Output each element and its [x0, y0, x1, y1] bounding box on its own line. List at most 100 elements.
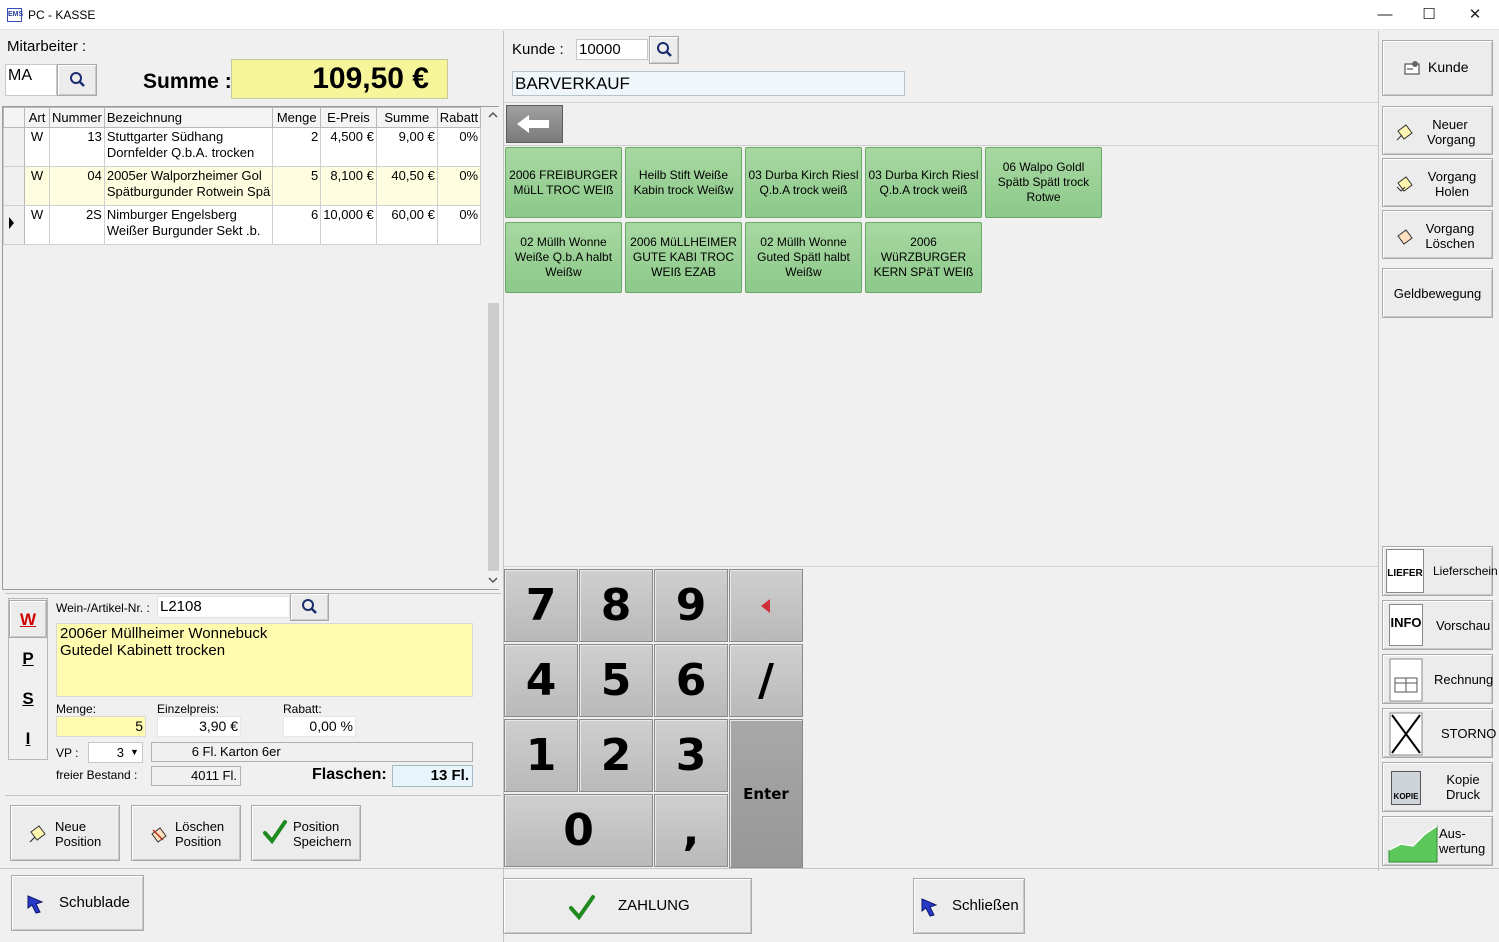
tile-line: Kabin trock Weißw — [633, 182, 734, 197]
tile-text: 03 Durba Kirch Riesl Q.b.A trock weiß — [868, 168, 978, 198]
key-1[interactable]: 1 — [504, 719, 578, 792]
new-process-button[interactable]: Neuer Vorgang — [1382, 106, 1493, 155]
table-row[interactable]: W 04 2005er Walporzheimer Gol Spätburgund… — [3, 166, 482, 206]
key-4[interactable]: 4 — [504, 644, 578, 717]
new-position-button[interactable]: Neue Position — [10, 805, 120, 861]
key-2[interactable]: 2 — [579, 719, 653, 792]
delete-position-button[interactable]: Löschen Position — [131, 805, 241, 861]
product-tile[interactable]: 2006 FREIBURGER MüLL TROC WEIß — [505, 147, 622, 218]
column-header-menge: Menge — [272, 107, 322, 128]
key-9[interactable]: 9 — [654, 569, 728, 642]
product-tile[interactable]: 03 Durba Kirch Riesl Q.b.A trock weiß — [865, 147, 982, 218]
close-label: Schließen — [952, 897, 1019, 914]
maximize-button[interactable]: ☐ — [1406, 0, 1452, 30]
customer-name-field[interactable]: BARVERKAUF — [512, 71, 905, 96]
row-selector-header — [3, 107, 25, 128]
key-6[interactable]: 6 — [654, 644, 728, 717]
chevron-down-icon[interactable]: ▼ — [127, 744, 142, 761]
close-button[interactable]: Schließen — [913, 878, 1025, 934]
scrollbar-thumb[interactable] — [488, 303, 499, 571]
table-row[interactable]: W 13 Stuttgarter Südhang Dornfelder Q.b.A… — [3, 127, 482, 167]
fetch-process-button[interactable]: Vorgang Holen — [1382, 158, 1493, 207]
label-line: Holen — [1435, 184, 1469, 199]
row-selector[interactable] — [3, 166, 25, 206]
stock-value: 4011 Fl. — [151, 766, 241, 786]
article-description-field[interactable]: 2006er Müllheimer Wonnebuck Gutedel Kabi… — [56, 623, 473, 697]
product-tile[interactable]: 02 Müllh Wonne Guted Spätl halbt Weißw — [745, 222, 862, 293]
customer-button[interactable]: Kunde — [1382, 40, 1493, 96]
customer-search-button[interactable] — [649, 36, 679, 64]
type-p-button[interactable]: P — [9, 640, 47, 678]
order-table: Art Nummer Bezeichnung Menge E-Preis Sum… — [3, 107, 482, 245]
employee-search-button[interactable] — [57, 64, 97, 96]
key-5[interactable]: 5 — [579, 644, 653, 717]
customer-card-icon — [1404, 61, 1420, 75]
cash-movement-button[interactable]: Geldbewegung — [1382, 268, 1493, 318]
qty-input[interactable]: 5 — [56, 716, 146, 737]
grid-scrollbar[interactable] — [487, 107, 499, 589]
cell-art: W — [24, 127, 50, 167]
label-line: wertung — [1439, 841, 1486, 856]
label-line: Neuer — [1432, 117, 1468, 132]
product-tile[interactable]: 2006 WüRZBURGER KERN SPäT WEIß — [865, 222, 982, 293]
delete-process-label: Vorgang Löschen — [1425, 221, 1475, 251]
key-8[interactable]: 8 — [579, 569, 653, 642]
key-3[interactable]: 3 — [654, 719, 728, 792]
cell-nummer: 2S — [49, 205, 105, 245]
cell-rabatt: 0% — [436, 127, 482, 167]
back-button[interactable] — [506, 105, 563, 143]
customer-number-input[interactable]: 10000 — [576, 39, 648, 60]
preview-button[interactable]: INFO Vorschau — [1382, 600, 1493, 650]
article-search-button[interactable] — [290, 593, 329, 621]
tile-line: GUTE KABI TROC — [632, 250, 735, 264]
row-selector[interactable] — [3, 205, 25, 245]
product-tile[interactable]: Heilb Stift Weiße Kabin trock Weißw — [625, 147, 742, 218]
key-enter[interactable]: Enter — [729, 719, 803, 868]
price-input[interactable]: 3,90 € — [157, 716, 241, 737]
employee-input[interactable]: MA — [5, 64, 57, 96]
scroll-down-icon[interactable] — [487, 575, 499, 585]
bezeichnung-line2: Spätburgunder Rotwein Spä — [106, 184, 271, 199]
chart-icon — [1388, 825, 1438, 863]
tile-line: Weißw — [545, 265, 582, 279]
article-number-input[interactable]: L2108 — [157, 596, 290, 618]
storno-button[interactable]: STORNO — [1382, 708, 1496, 758]
product-tile[interactable]: 02 Müllh Wonne Weiße Q.b.A halbt Weißw — [505, 222, 622, 293]
type-i-button[interactable]: I — [9, 720, 47, 758]
column-header-rabatt: Rabatt — [436, 107, 482, 128]
product-tile[interactable]: 06 Walpo Goldl Spätb Spätl trock Rotwe — [985, 147, 1102, 218]
copy-print-button[interactable]: KOPIE Kopie Druck — [1382, 762, 1493, 812]
product-tile[interactable]: 03 Durba Kirch Riesl Q.b.A trock weiß — [745, 147, 862, 218]
key-comma[interactable]: , — [654, 794, 728, 867]
evaluation-button[interactable]: Aus-wertung — [1382, 816, 1493, 866]
key-0[interactable]: 0 — [504, 794, 653, 867]
type-s-button[interactable]: S — [9, 680, 47, 718]
save-position-button[interactable]: Position Speichern — [251, 805, 361, 861]
key-7[interactable]: 7 — [504, 569, 578, 642]
drawer-button[interactable]: Schublade — [11, 875, 144, 931]
key-slash[interactable]: / — [729, 644, 803, 717]
checkmark-icon — [569, 895, 595, 921]
delivery-note-button[interactable]: LIEFER Lieferschein — [1382, 546, 1498, 596]
cell-rabatt: 0% — [436, 166, 482, 206]
discount-input[interactable]: 0,00 % — [283, 716, 356, 737]
order-grid: Art Nummer Bezeichnung Menge E-Preis Sum… — [2, 106, 499, 590]
arrow-left-icon — [517, 115, 549, 133]
row-selector[interactable] — [3, 127, 25, 167]
key-backspace[interactable] — [729, 569, 803, 642]
minimize-button[interactable]: — — [1362, 0, 1408, 30]
scroll-up-icon[interactable] — [487, 110, 499, 120]
tile-line: Q.b.A trock weiß — [759, 182, 848, 197]
payment-button[interactable]: ZAHLUNG — [503, 878, 752, 934]
tile-text: 06 Walpo Goldl Spätb Spätl trock Rotwe — [998, 160, 1089, 205]
product-tile[interactable]: 2006 MüLLHEIMER GUTE KABI TROC WEIß EZAB — [625, 222, 742, 293]
table-row[interactable]: W 2S Nimburger Engelsberg Weißer Burgunde… — [3, 205, 482, 245]
printer-icon: KOPIE — [1391, 771, 1421, 805]
delete-process-button[interactable]: Vorgang Löschen — [1382, 210, 1493, 259]
delete-position-label: Löschen Position — [175, 819, 224, 849]
invoice-button[interactable]: Rechnung — [1382, 654, 1493, 704]
type-wine-button[interactable]: W — [9, 600, 47, 638]
cell-nummer: 13 — [49, 127, 105, 167]
cell-bezeichnung: Stuttgarter Südhang Dornfelder Q.b.A. tro… — [103, 127, 274, 167]
close-window-button[interactable]: ✕ — [1452, 0, 1498, 30]
